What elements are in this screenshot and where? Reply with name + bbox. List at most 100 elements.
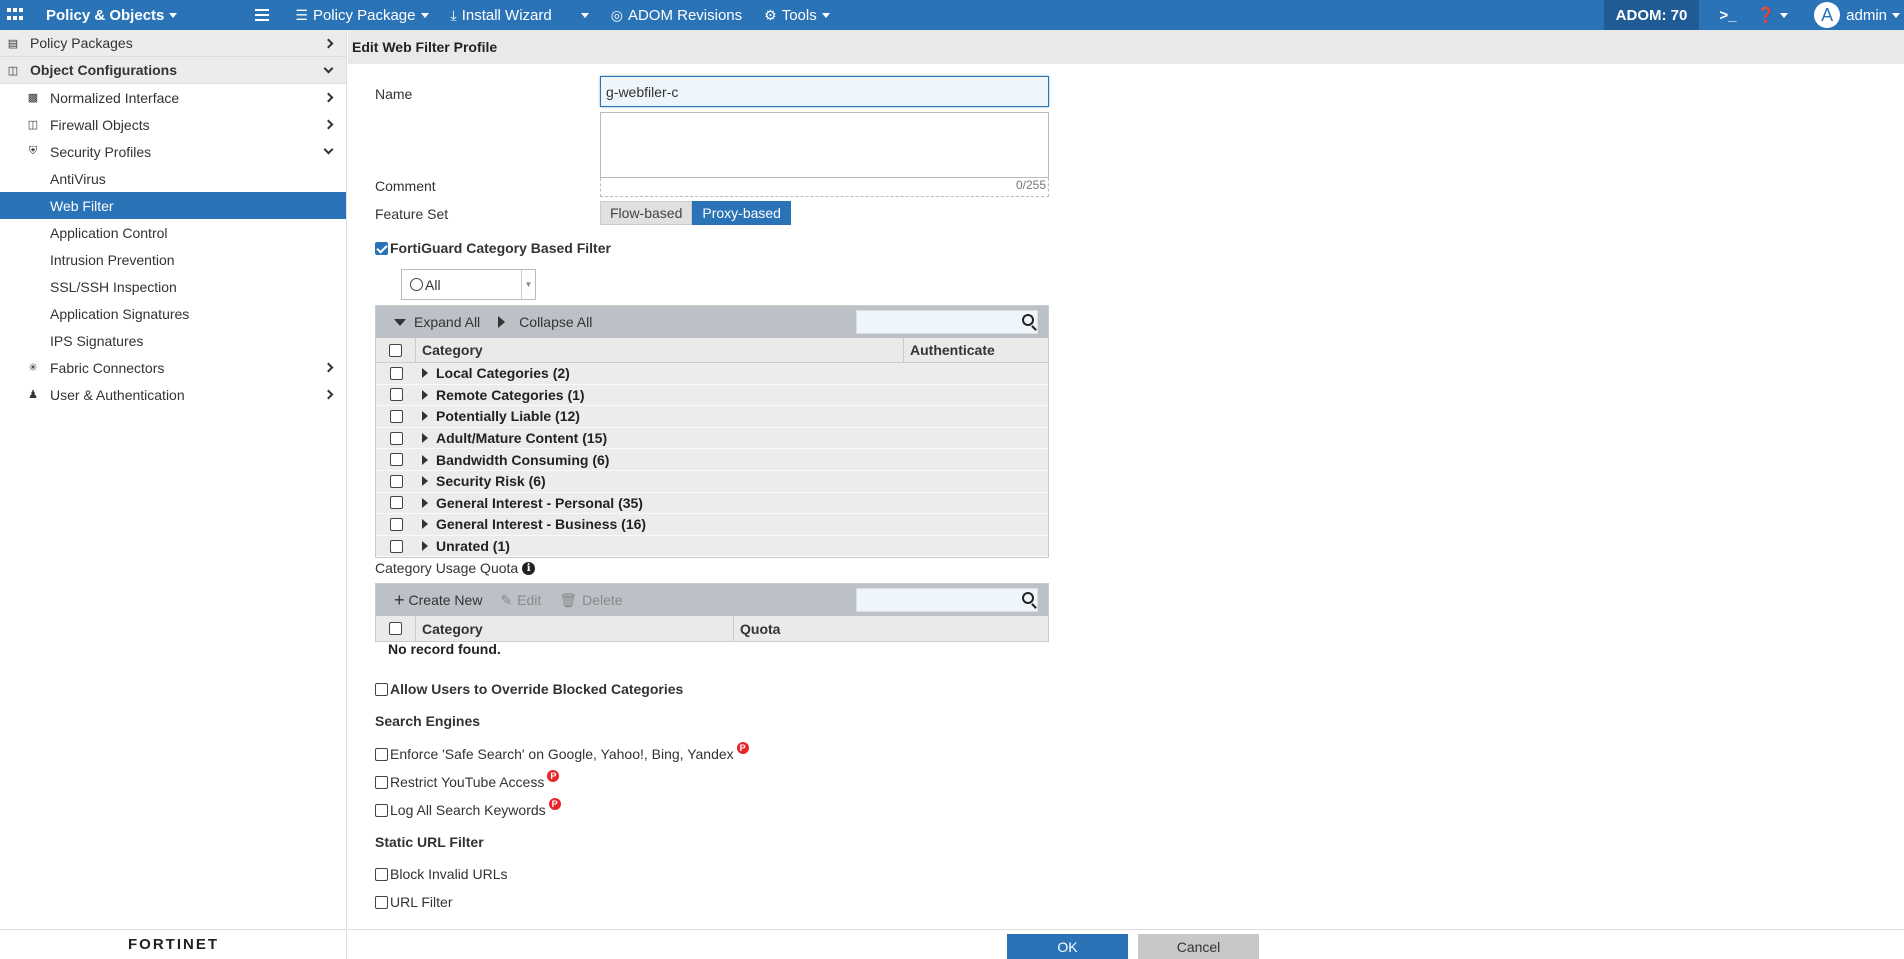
restrict-youtube-toggle[interactable]: Restrict YouTube Access P <box>375 770 560 790</box>
block-invalid-toggle[interactable]: Block Invalid URLs <box>375 866 508 882</box>
button-label: Expand All <box>414 314 481 330</box>
table-row[interactable]: Bandwidth Consuming (6) <box>376 449 1048 471</box>
safe-search-checkbox[interactable] <box>375 747 388 761</box>
delete-button[interactable]: 🗑 Delete <box>559 592 622 609</box>
table-row[interactable]: Potentially Liable (12) <box>376 406 1048 428</box>
row-checkbox[interactable] <box>389 431 403 445</box>
select-all-checkbox[interactable] <box>389 343 402 357</box>
sidebar-item-user-authentication[interactable]: ♟ User & Authentication <box>0 381 346 408</box>
sidebar-item-ssl-ssh-inspection[interactable]: SSL/SSH Inspection <box>0 273 346 300</box>
info-icon[interactable]: i <box>522 561 536 575</box>
row-checkbox[interactable] <box>389 388 403 402</box>
row-checkbox[interactable] <box>389 409 403 423</box>
sidebar-item-ips-signatures[interactable]: IPS Signatures <box>0 327 346 354</box>
cli-console-icon[interactable]: >_ <box>1719 7 1736 24</box>
nav-install-wizard[interactable]: ⤓ Install Wizard <box>451 7 552 24</box>
comment-textarea[interactable] <box>600 112 1049 178</box>
quota-search-input[interactable] <box>856 588 1038 612</box>
row-checkbox[interactable] <box>389 496 403 510</box>
category-name: Adult/Mature Content (15) <box>436 430 608 447</box>
expand-all-button[interactable]: Expand All <box>394 314 480 330</box>
quota-grid-header: Category Quota <box>376 616 1048 641</box>
avatar[interactable]: A <box>1814 2 1841 28</box>
name-input[interactable]: g-webfiler-c <box>600 76 1049 107</box>
flow-based-button[interactable]: Flow-based <box>600 201 693 225</box>
sidebar-item-intrusion-prevention[interactable]: Intrusion Prevention <box>0 246 346 273</box>
table-row[interactable]: Adult/Mature Content (15) <box>376 427 1048 450</box>
adom-selector[interactable]: ADOM: 70 <box>1603 0 1700 30</box>
table-row[interactable]: Unrated (1) <box>376 535 1048 558</box>
url-filter-toggle[interactable]: URL Filter <box>375 894 453 910</box>
sidebar-item-policy-packages[interactable]: ▤ Policy Packages <box>0 30 346 57</box>
expand-row-icon[interactable] <box>422 497 428 508</box>
table-row[interactable]: Remote Categories (1) <box>376 384 1048 407</box>
sidebar-item-web-filter[interactable]: Web Filter <box>0 192 346 219</box>
hamburger-menu-icon[interactable] <box>255 9 270 21</box>
row-checkbox[interactable] <box>389 539 403 553</box>
fortiguard-filter-toggle[interactable]: FortiGuard Category Based Filter <box>375 240 611 256</box>
sidebar-item-normalized-interface[interactable]: ▩ Normalized Interface <box>0 84 346 111</box>
nav-adom-revisions[interactable]: ◎ ADOM Revisions <box>611 7 742 24</box>
policy-package-icon: ☰ <box>295 6 308 23</box>
allow-override-checkbox[interactable] <box>375 682 388 696</box>
fortinet-logo: FORTINET <box>0 929 347 959</box>
restrict-youtube-checkbox[interactable] <box>375 775 388 789</box>
select-all-checkbox[interactable] <box>389 622 402 635</box>
page-title: Edit Web Filter Profile <box>348 30 1904 64</box>
column-quota[interactable]: Quota <box>734 616 1048 641</box>
sidebar-item-antivirus[interactable]: AntiVirus <box>0 165 346 192</box>
button-label: Collapse All <box>519 314 593 330</box>
log-keywords-toggle[interactable]: Log All Search Keywords P <box>375 798 561 818</box>
expand-row-icon[interactable] <box>422 368 428 379</box>
ok-button[interactable]: OK <box>1007 934 1128 959</box>
help-icon[interactable]: ❓ <box>1756 6 1789 24</box>
expand-row-icon[interactable] <box>422 389 428 400</box>
expand-row-icon[interactable] <box>422 541 428 552</box>
create-new-button[interactable]: + Create New <box>394 590 482 611</box>
nav-policy-package[interactable]: ☰ Policy Package <box>295 6 429 24</box>
column-category[interactable]: Category <box>416 616 734 641</box>
allow-override-toggle[interactable]: Allow Users to Override Blocked Categori… <box>375 681 683 697</box>
nav-tools[interactable]: ⚙ Tools <box>764 7 830 24</box>
chevron-down-icon <box>323 63 334 74</box>
expand-row-icon[interactable] <box>422 454 428 465</box>
row-checkbox[interactable] <box>389 453 403 467</box>
column-category[interactable]: Category <box>416 338 904 362</box>
install-dropdown[interactable] <box>576 12 589 18</box>
expand-row-icon[interactable] <box>422 476 428 487</box>
expand-row-icon[interactable] <box>422 411 428 422</box>
expand-row-icon[interactable] <box>422 433 428 444</box>
sidebar-item-label: Policy Packages <box>30 35 133 51</box>
row-checkbox[interactable] <box>389 517 403 531</box>
sidebar-item-object-configurations[interactable]: ◫ Object Configurations <box>0 57 346 84</box>
sidebar-item-security-profiles[interactable]: ⛨ Security Profiles <box>0 138 346 165</box>
edit-button[interactable]: ✎ Edit <box>500 592 541 609</box>
log-keywords-checkbox[interactable] <box>375 803 388 817</box>
fortiguard-checkbox[interactable] <box>375 241 388 255</box>
category-search-input[interactable] <box>856 310 1038 334</box>
row-checkbox[interactable] <box>389 366 403 380</box>
module-menu[interactable]: Policy & Objects <box>46 7 178 24</box>
sidebar-item-fabric-connectors[interactable]: ✳ Fabric Connectors <box>0 354 346 381</box>
sidebar-item-application-signatures[interactable]: Application Signatures <box>0 300 346 327</box>
button-label: Edit <box>517 592 542 608</box>
sidebar-item-firewall-objects[interactable]: ◫ Firewall Objects <box>0 111 346 138</box>
apps-grid-icon[interactable] <box>0 0 30 30</box>
table-row[interactable]: Security Risk (6) <box>376 470 1048 493</box>
block-invalid-checkbox[interactable] <box>375 867 388 881</box>
safe-search-toggle[interactable]: Enforce 'Safe Search' on Google, Yahoo!,… <box>375 742 749 762</box>
category-filter-select[interactable]: All ▼ <box>401 269 536 300</box>
expand-row-icon[interactable] <box>422 519 428 530</box>
column-authenticate[interactable]: Authenticate <box>904 338 1048 362</box>
table-row[interactable]: Local Categories (2) <box>376 363 1048 385</box>
table-row[interactable]: General Interest - Personal (35) <box>376 492 1048 515</box>
user-menu[interactable]: admin <box>1846 7 1900 24</box>
table-row[interactable]: General Interest - Business (16) <box>376 514 1048 536</box>
cancel-button[interactable]: Cancel <box>1138 934 1259 959</box>
block-invalid-label: Block Invalid URLs <box>390 866 508 882</box>
url-filter-checkbox[interactable] <box>375 895 388 909</box>
proxy-based-button[interactable]: Proxy-based <box>692 201 791 225</box>
collapse-all-button[interactable]: Collapse All <box>498 314 592 330</box>
sidebar-item-application-control[interactable]: Application Control <box>0 219 346 246</box>
row-checkbox[interactable] <box>389 474 403 488</box>
